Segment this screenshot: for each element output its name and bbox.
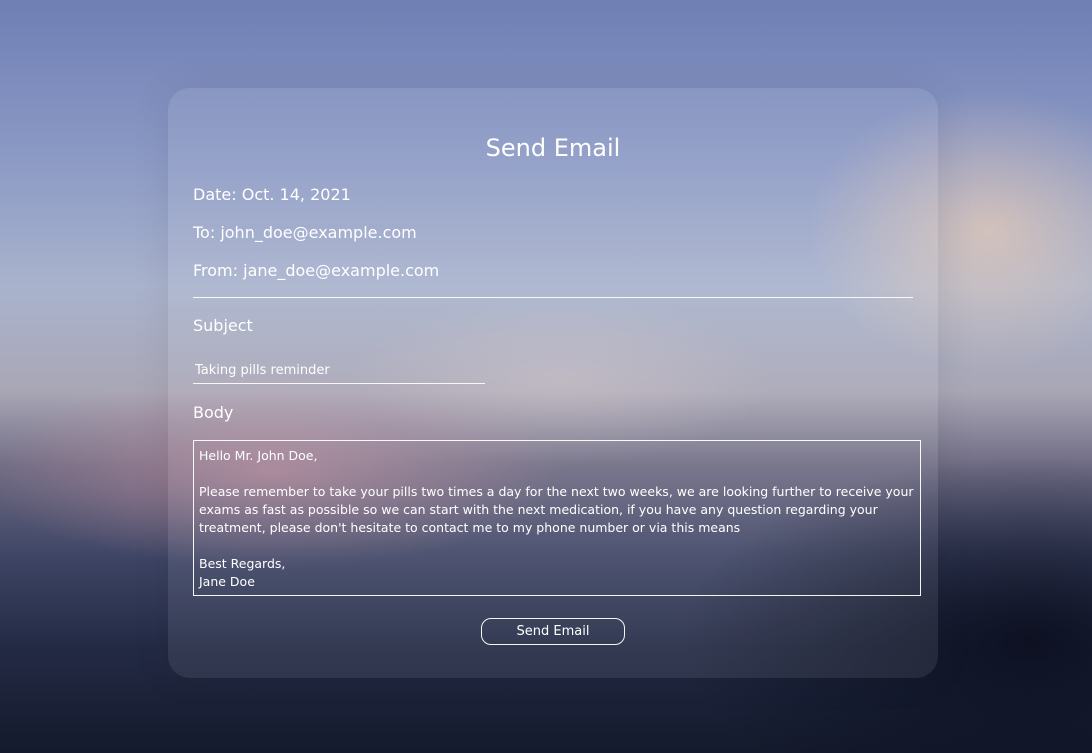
subject-input[interactable]: [193, 358, 485, 384]
from-address-text: From: jane_doe@example.com: [193, 261, 440, 280]
send-email-card: Send Email Date: Oct. 14, 2021 To: john_…: [168, 88, 938, 678]
body-textarea[interactable]: Hello Mr. John Doe, Please remember to t…: [193, 440, 921, 596]
subject-label: Subject: [193, 316, 253, 335]
send-email-button[interactable]: Send Email: [481, 618, 625, 645]
body-label: Body: [193, 403, 234, 422]
header-divider: [193, 297, 913, 298]
to-address-text: To: john_doe@example.com: [193, 223, 417, 242]
date-text: Date: Oct. 14, 2021: [193, 185, 351, 204]
page-title: Send Email: [485, 134, 621, 162]
